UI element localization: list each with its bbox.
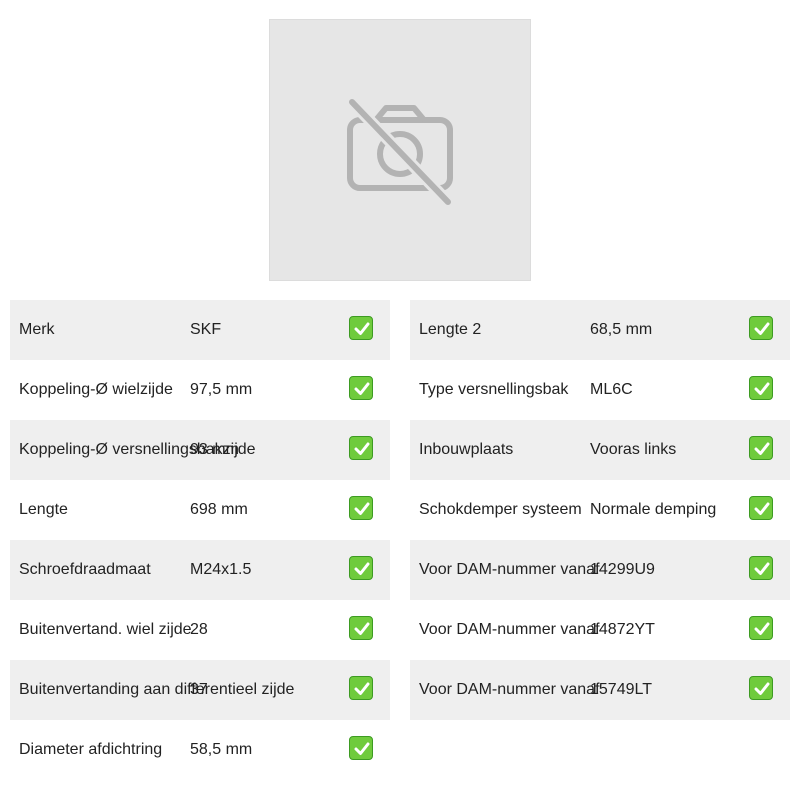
spec-row: Merk SKF (10, 300, 390, 360)
spec-row: Lengte 2 68,5 mm (410, 300, 790, 360)
spec-value: M24x1.5 (190, 561, 252, 578)
spec-label: Koppeling-Ø wielzijde (19, 381, 173, 398)
spec-row: Inbouwplaats Vooras links (410, 420, 790, 480)
spec-value: Vooras links (590, 441, 677, 458)
camera-off-icon (347, 98, 453, 206)
check-icon (349, 736, 373, 760)
spec-label: Voor DAM-nummer vanaf (419, 621, 600, 638)
check-icon (749, 316, 773, 340)
spec-label: Buitenvertanding aan differentieel zijde (19, 681, 295, 698)
spec-label: Lengte 2 (419, 321, 482, 338)
spec-value: Normale demping (590, 501, 717, 518)
spec-row: Lengte 698 mm (10, 480, 390, 540)
product-image-placeholder (269, 19, 531, 281)
spec-value: 15749LT (590, 681, 652, 698)
spec-row: Voor DAM-nummer vanaf 14299U9 (410, 540, 790, 600)
spec-value: 14872YT (590, 621, 655, 638)
check-icon (349, 376, 373, 400)
spec-label: Type versnellingsbak (419, 381, 569, 398)
spec-row: Schokdemper systeem Normale demping (410, 480, 790, 540)
spec-label: Buitenvertand. wiel zijde (19, 621, 192, 638)
spec-label: Voor DAM-nummer vanaf (419, 681, 600, 698)
spec-value: ML6C (590, 381, 633, 398)
check-icon (349, 556, 373, 580)
spec-label: Lengte (19, 501, 68, 518)
spec-value: 97,5 mm (190, 381, 253, 398)
spec-label: Schroefdraadmaat (19, 561, 151, 578)
spec-row: Koppeling-Ø versnellingsbakzijde 93 mm (10, 420, 390, 480)
spec-value: 28 (190, 621, 208, 638)
check-icon (749, 376, 773, 400)
spec-value: 698 mm (190, 501, 248, 518)
spec-value: SKF (190, 321, 222, 338)
spec-row: Koppeling-Ø wielzijde 97,5 mm (10, 360, 390, 420)
spec-row: Schroefdraadmaat M24x1.5 (10, 540, 390, 600)
check-icon (349, 676, 373, 700)
spec-label: Merk (19, 321, 55, 338)
check-icon (749, 616, 773, 640)
spec-row: Type versnellingsbak ML6C (410, 360, 790, 420)
spec-value: 58,5 mm (190, 741, 253, 758)
check-icon (749, 496, 773, 520)
spec-row: Voor DAM-nummer vanaf 14872YT (410, 600, 790, 660)
spec-row: Buitenvertand. wiel zijde 28 (10, 600, 390, 660)
spec-row: Voor DAM-nummer vanaf 15749LT (410, 660, 790, 720)
check-icon (749, 436, 773, 460)
check-icon (349, 496, 373, 520)
spec-label: Diameter afdichtring (19, 741, 163, 758)
spec-value: 14299U9 (590, 561, 655, 578)
spec-row: Diameter afdichtring 58,5 mm (10, 720, 390, 780)
spec-value: 37 (190, 681, 208, 698)
spec-table-right: Lengte 2 68,5 mm Type versnellingsbak ML… (410, 300, 790, 720)
spec-label: Schokdemper systeem (419, 501, 582, 518)
spec-label: Inbouwplaats (419, 441, 514, 458)
spec-value: 68,5 mm (590, 321, 653, 338)
check-icon (349, 436, 373, 460)
check-icon (749, 556, 773, 580)
spec-table-left: Merk SKF Koppeling-Ø wielzijde 97,5 mm K… (10, 300, 390, 780)
spec-label: Voor DAM-nummer vanaf (419, 561, 600, 578)
check-icon (349, 316, 373, 340)
check-icon (349, 616, 373, 640)
spec-value: 93 mm (190, 441, 239, 458)
check-icon (749, 676, 773, 700)
spec-row: Buitenvertanding aan differentieel zijde… (10, 660, 390, 720)
